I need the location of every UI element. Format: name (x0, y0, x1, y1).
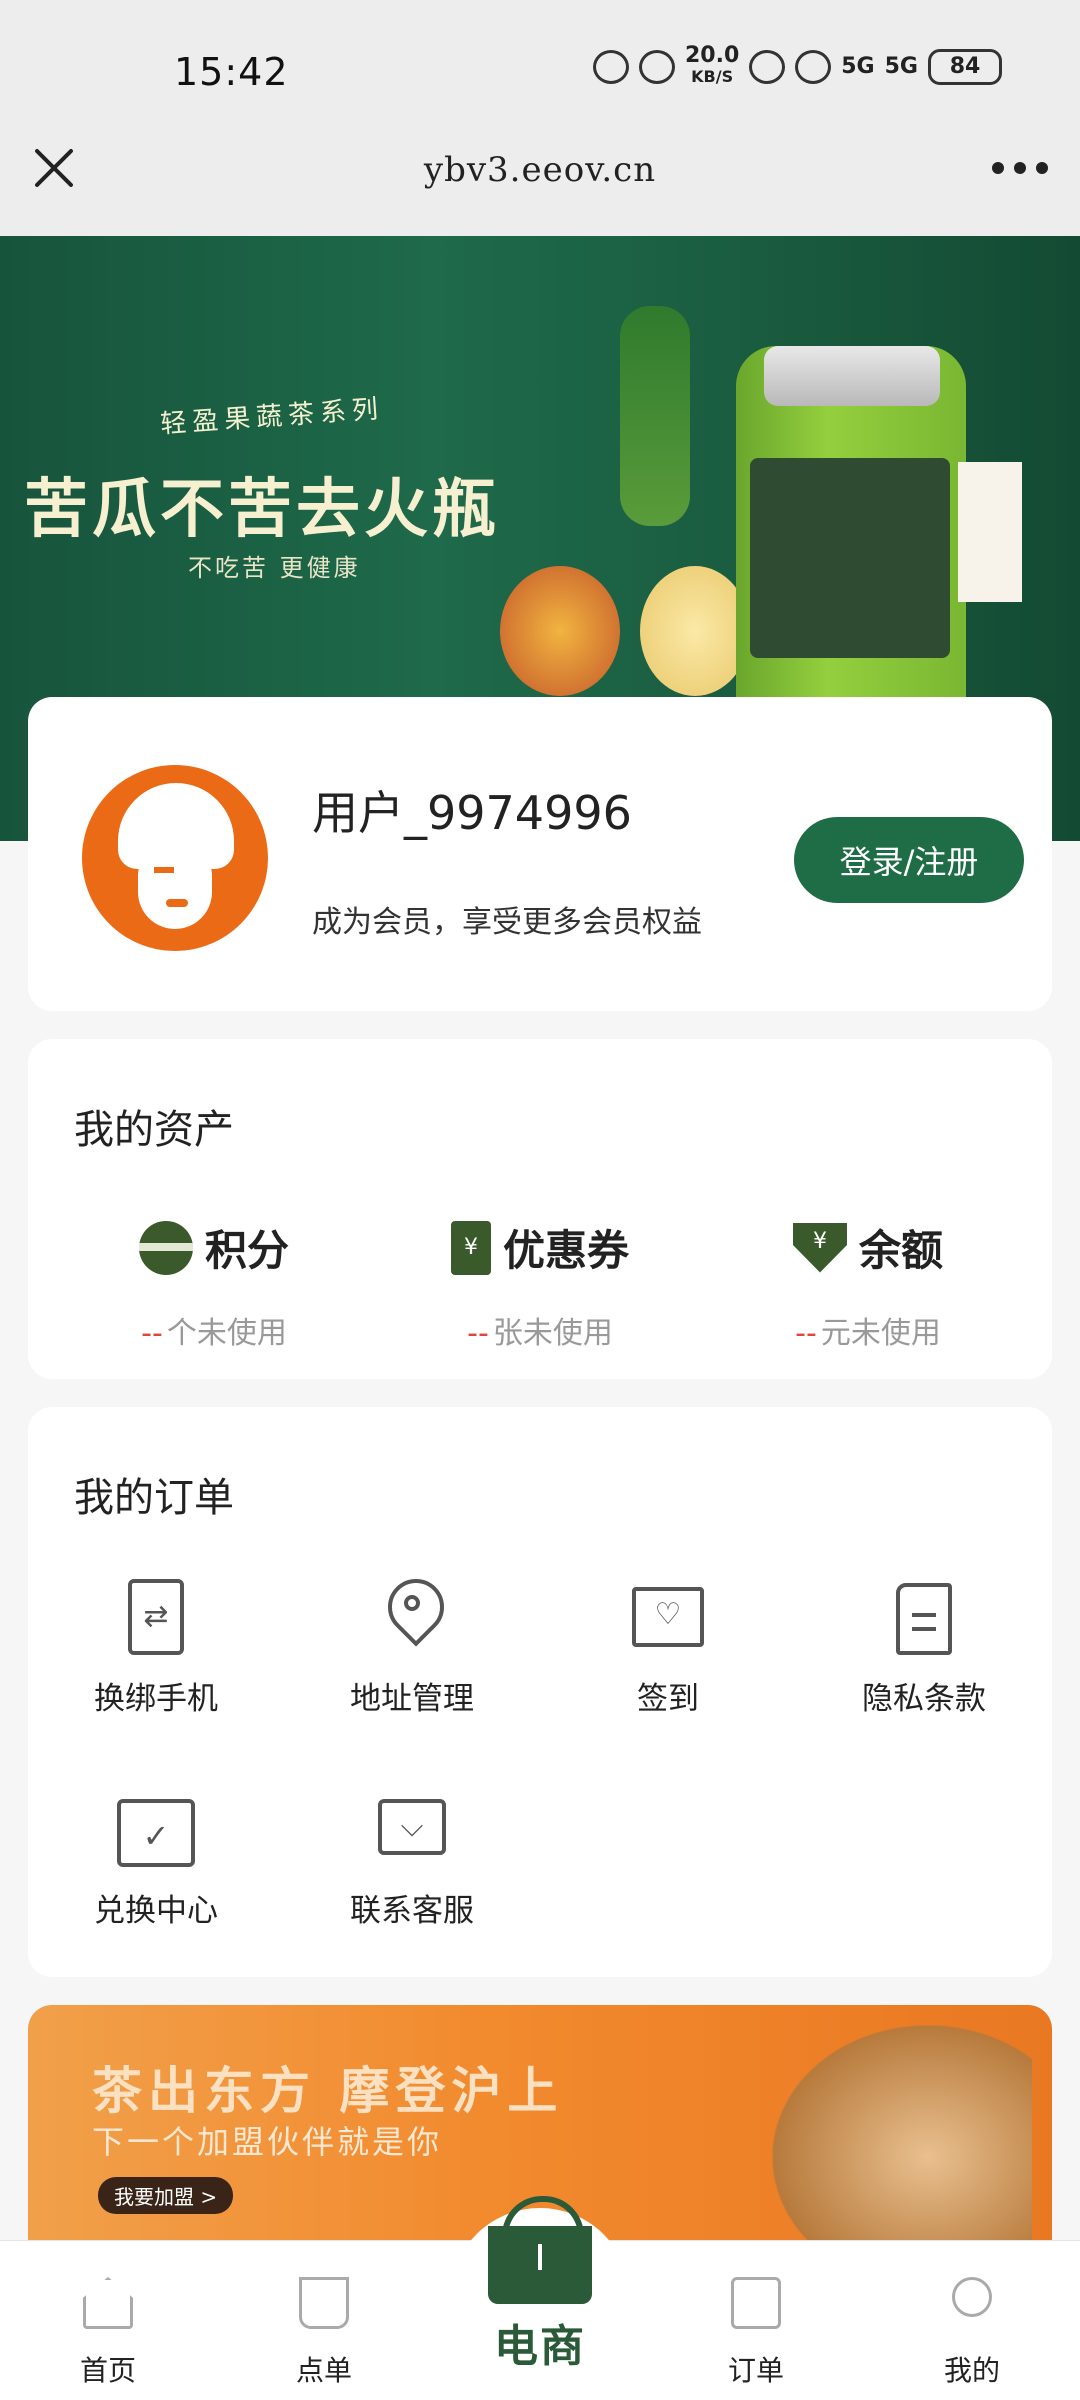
asset-value: -- (141, 1316, 163, 1351)
page-url: ybv3.eeov.cn (423, 150, 657, 190)
grid-item-label: 签到 (637, 1681, 699, 1717)
coins-icon (138, 1220, 193, 1275)
bitter-melon-image (620, 306, 690, 526)
status-time: 15:42 (174, 50, 289, 94)
tab-home[interactable]: 首页 (48, 2277, 168, 2389)
asset-unit: 张未使用 (492, 1316, 613, 1351)
document-icon (896, 1583, 952, 1655)
asset-balance[interactable]: ¥ 余额 -- 元未使用 (718, 1217, 1018, 1352)
browser-bar: ybv3.eeov.cn (0, 110, 1080, 236)
avatar[interactable] (82, 765, 268, 951)
calendar-check-icon (117, 1799, 195, 1867)
banner-subtitle: 不吃苦 更健康 (188, 554, 361, 582)
bag-icon (731, 2277, 781, 2329)
user-card: 用户_9974996 成为会员，享受更多会员权益 登录/注册 (28, 697, 1052, 1011)
service-chat-icon (378, 1799, 446, 1855)
grid-item-label: 隐私条款 (862, 1681, 986, 1717)
address-management-item[interactable]: 地址管理 (284, 1579, 540, 1718)
home-icon (83, 2277, 133, 2329)
asset-unit: 个未使用 (166, 1316, 287, 1351)
hd-icon (749, 49, 786, 84)
tab-label: 点单 (295, 2354, 352, 2387)
orders-title: 我的订单 (74, 1475, 234, 1521)
assets-card: 我的资产 积分 -- 个未使用 ¥ 优惠券 -- 张未使用 ¥ 余额 -- 元未使用 (28, 1039, 1052, 1379)
net-speed: 20.0 KB/S (684, 43, 740, 87)
signal-2: 5G (884, 54, 918, 79)
battery-indicator: 84 (928, 48, 1002, 85)
member-tip: 成为会员，享受更多会员权益 (312, 905, 702, 940)
asset-value: -- (467, 1316, 489, 1351)
tab-me[interactable]: 我的 (912, 2277, 1032, 2389)
fruit-image (500, 566, 620, 696)
avatar-lip (166, 899, 188, 907)
location-pin-icon (384, 1579, 440, 1655)
tab-orders[interactable]: 订单 (696, 2277, 816, 2389)
settings-icon (638, 49, 675, 84)
basket-icon (488, 2196, 592, 2304)
promo-figure-image (772, 2025, 1032, 2245)
login-register-button[interactable]: 登录/注册 (794, 817, 1024, 903)
more-options-icon[interactable] (992, 162, 1048, 174)
banner-series: 轻盈果蔬茶系列 (159, 394, 385, 440)
asset-value: -- (795, 1316, 817, 1351)
asset-label: 积分 (204, 1226, 289, 1275)
status-icons: 20.0 KB/S 5G 5G 84 (592, 43, 1002, 87)
asset-points[interactable]: 积分 -- 个未使用 (64, 1217, 364, 1352)
pomelo-image (640, 566, 750, 696)
grid-item-label: 兑换中心 (94, 1893, 218, 1929)
redeem-center-item[interactable]: 兑换中心 (28, 1799, 284, 1930)
signal-1: 5G (841, 54, 875, 79)
asset-label: 余额 (858, 1226, 943, 1275)
customer-service-item[interactable]: 联系客服 (284, 1799, 540, 1930)
coupon-icon: ¥ (450, 1220, 491, 1275)
wallet-icon: ¥ (792, 1222, 847, 1273)
tab-label: 首页 (79, 2354, 136, 2387)
asset-label: 优惠券 (502, 1226, 629, 1275)
rebind-phone-item[interactable]: 换绑手机 (28, 1579, 284, 1718)
join-button[interactable]: 我要加盟 > (98, 2177, 234, 2214)
jar-label (750, 458, 950, 658)
promo-subtitle: 下一个加盟伙伴就是你 (92, 2123, 443, 2161)
asset-unit: 元未使用 (820, 1316, 941, 1351)
promo-title: 茶出东方 摩登沪上 (92, 2062, 564, 2120)
asset-coupons[interactable]: ¥ 优惠券 -- 张未使用 (390, 1217, 690, 1352)
tab-shop-label: 电商 (494, 2321, 586, 2372)
avatar-face (138, 839, 212, 929)
username: 用户_9974996 (312, 786, 632, 840)
jar-card (958, 462, 1022, 602)
grid-item-label: 联系客服 (350, 1893, 474, 1929)
tab-menu[interactable]: 点单 (264, 2277, 384, 2389)
grid-item-label: 换绑手机 (94, 1681, 218, 1717)
cup-icon (299, 2277, 349, 2329)
grid-item-label: 地址管理 (350, 1681, 474, 1717)
chat-heart-icon (632, 1587, 704, 1647)
jar-lid (764, 346, 940, 406)
avatar-eye (154, 867, 174, 873)
assets-title: 我的资产 (74, 1107, 234, 1153)
banner-title: 苦瓜不苦去火瓶 (24, 472, 500, 547)
tab-label: 我的 (943, 2354, 1000, 2387)
phone-swap-icon (128, 1579, 184, 1655)
notification-icon (592, 49, 629, 84)
orders-card: 我的订单 换绑手机 地址管理 签到 隐私条款 兑换中心 联系客服 (28, 1407, 1052, 1977)
user-icon (952, 2277, 992, 2317)
tab-label: 订单 (727, 2354, 784, 2387)
check-in-item[interactable]: 签到 (540, 1587, 796, 1718)
privacy-terms-item[interactable]: 隐私条款 (796, 1583, 1052, 1718)
wifi-icon (795, 49, 832, 84)
